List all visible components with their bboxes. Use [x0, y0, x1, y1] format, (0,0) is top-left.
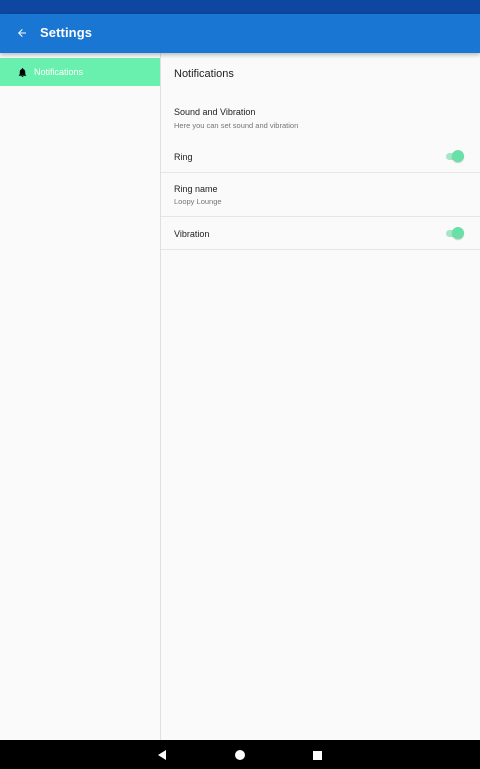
- back-triangle-icon: [158, 750, 166, 760]
- pref-ring[interactable]: Ring: [161, 140, 480, 172]
- status-bar: [0, 0, 480, 14]
- pref-summary: Here you can set sound and vibration: [174, 121, 299, 130]
- pref-ring-name[interactable]: Ring name Loopy Lounge: [161, 173, 480, 216]
- toggle-thumb: [452, 227, 464, 239]
- pref-vibration[interactable]: Vibration: [161, 217, 480, 249]
- nav-back-button[interactable]: [154, 746, 172, 764]
- home-circle-icon: [235, 750, 245, 760]
- section-title: Notifications: [174, 68, 234, 80]
- pref-title: Sound and Vibration: [174, 107, 256, 117]
- arrow-left-icon: [18, 29, 26, 37]
- divider: [161, 249, 480, 250]
- recents-square-icon: [312, 750, 322, 760]
- nav-recents-button[interactable]: [308, 746, 326, 764]
- sidebar-item-label: Notifications: [34, 67, 84, 77]
- pref-summary: Loopy Lounge: [174, 197, 222, 206]
- app-bar: Settings: [0, 14, 480, 53]
- sidebar-item-notifications[interactable]: Notifications: [0, 58, 160, 86]
- system-nav-bar: [0, 740, 480, 769]
- nav-home-button[interactable]: [231, 746, 249, 764]
- toggle-thumb: [452, 150, 464, 162]
- ring-toggle[interactable]: [444, 149, 464, 163]
- vibration-toggle[interactable]: [444, 226, 464, 240]
- pref-title: Ring: [174, 152, 193, 162]
- preferences-panel: Notifications Sound and Vibration Here y…: [161, 53, 480, 740]
- sidebar: Notifications: [0, 53, 161, 740]
- back-button[interactable]: [10, 21, 34, 45]
- pref-title: Vibration: [174, 229, 210, 239]
- bell-icon: [16, 66, 28, 78]
- page-title: Settings: [40, 25, 93, 40]
- settings-main: Notifications Notifications Sound and Vi…: [0, 53, 480, 740]
- pref-sound-and-vibration[interactable]: Sound and Vibration Here you can set sou…: [161, 100, 480, 137]
- pref-title: Ring name: [174, 184, 218, 194]
